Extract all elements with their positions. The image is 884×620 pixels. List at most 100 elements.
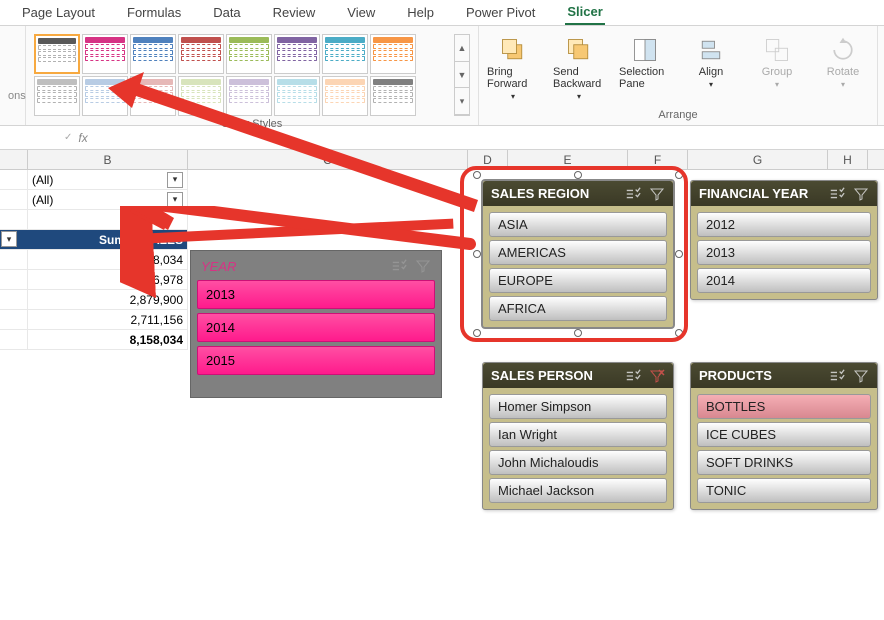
multiselect-icon[interactable] xyxy=(829,187,845,201)
style-thumb-6[interactable] xyxy=(274,34,320,74)
slicer-year-title: YEAR xyxy=(201,259,236,274)
col-header-c[interactable]: C xyxy=(188,150,468,169)
slicer-financial-year[interactable]: FINANCIAL YEAR 2012 2013 2014 xyxy=(690,180,878,300)
ribbon-body: ons xyxy=(0,26,884,126)
slicer-style-gallery[interactable] xyxy=(34,30,454,116)
slicer-products[interactable]: PRODUCTS BOTTLES ICE CUBES SOFT DRINKS T… xyxy=(690,362,878,510)
cells: (All)▾ (All)▾ ▾Sum of SALES 8,158,034 2,… xyxy=(0,170,188,350)
gallery-scroll[interactable]: ▲ ▼ ▾ xyxy=(454,34,470,116)
col-header-h[interactable]: H xyxy=(828,150,868,169)
tab-view[interactable]: View xyxy=(345,1,377,24)
pivot-header: Sum of SALES xyxy=(28,230,188,249)
tab-power-pivot[interactable]: Power Pivot xyxy=(464,1,537,24)
tab-review[interactable]: Review xyxy=(271,1,318,24)
product-tonic[interactable]: TONIC xyxy=(697,478,871,503)
person-homer[interactable]: Homer Simpson xyxy=(489,394,667,419)
year-item-2014[interactable]: 2014 xyxy=(197,313,435,342)
gallery-down-icon[interactable]: ▼ xyxy=(455,62,469,89)
year-item-2015[interactable]: 2015 xyxy=(197,346,435,375)
align-button[interactable]: Align▾ xyxy=(685,36,737,89)
clear-filter-icon[interactable] xyxy=(853,369,869,383)
clear-filter-icon[interactable] xyxy=(649,187,665,201)
fy-2012[interactable]: 2012 xyxy=(697,212,871,237)
region-africa[interactable]: AFRICA xyxy=(489,296,667,321)
selection-pane-button[interactable]: Selection Pane xyxy=(619,36,671,90)
style-thumb-2[interactable] xyxy=(82,34,128,74)
gallery-more-icon[interactable]: ▾ xyxy=(455,88,469,115)
arrange-label: Arrange xyxy=(487,107,869,121)
style-thumb-9[interactable] xyxy=(34,76,80,116)
clear-filter-icon[interactable] xyxy=(853,187,869,201)
col-header-d[interactable]: D xyxy=(468,150,508,169)
style-thumb-8[interactable] xyxy=(370,34,416,74)
pivot-total: 8,158,034 xyxy=(28,330,188,349)
product-bottles[interactable]: BOTTLES xyxy=(697,394,871,419)
pivot-row-1: 8,158,034 xyxy=(28,250,188,269)
bring-forward-icon xyxy=(499,36,527,64)
col-header-b[interactable]: B xyxy=(28,150,188,169)
multiselect-icon[interactable] xyxy=(625,369,641,383)
person-ian[interactable]: Ian Wright xyxy=(489,422,667,447)
style-thumb-4[interactable] xyxy=(178,34,224,74)
bring-forward-button[interactable]: Bring Forward▾ xyxy=(487,36,539,101)
filter-dropdown-2[interactable]: ▾ xyxy=(167,192,183,208)
col-header-e[interactable]: E xyxy=(508,150,628,169)
style-thumb-11[interactable] xyxy=(130,76,176,116)
slicer-sales-region[interactable]: SALES REGION ASIA AMERICAS EUROPE AFRICA xyxy=(482,180,674,328)
worksheet-grid[interactable]: B C D E F G H (All)▾ (All)▾ ▾Sum of SALE… xyxy=(0,150,884,620)
multiselect-icon[interactable] xyxy=(829,369,845,383)
row-labels-dropdown[interactable]: ▾ xyxy=(1,231,17,247)
col-header-g[interactable]: G xyxy=(688,150,828,169)
fx-icon[interactable]: fx xyxy=(78,131,87,145)
style-thumb-12[interactable] xyxy=(178,76,224,116)
financial-year-title: FINANCIAL YEAR xyxy=(699,186,808,201)
year-item-2013[interactable]: 2013 xyxy=(197,280,435,309)
tab-data[interactable]: Data xyxy=(211,1,242,24)
rotate-label: Rotate xyxy=(827,66,859,78)
send-backward-button[interactable]: Send Backward▾ xyxy=(553,36,605,101)
ribbon-group-buttons: Columns: Height: Width: Buttons xyxy=(878,26,884,125)
pivot-filter-2: (All) xyxy=(32,193,53,207)
tab-page-layout[interactable]: Page Layout xyxy=(20,1,97,24)
align-label: Align xyxy=(699,66,723,78)
multiselect-icon[interactable] xyxy=(625,187,641,201)
region-americas[interactable]: AMERICAS xyxy=(489,240,667,265)
clear-filter-icon[interactable] xyxy=(649,369,665,383)
style-thumb-1[interactable] xyxy=(34,34,80,74)
person-john[interactable]: John Michaloudis xyxy=(489,450,667,475)
tab-slicer[interactable]: Slicer xyxy=(565,0,604,25)
product-soft-drinks[interactable]: SOFT DRINKS xyxy=(697,450,871,475)
fx-cancel-icon[interactable]: ✓ xyxy=(64,132,72,143)
sales-person-title: SALES PERSON xyxy=(491,368,593,383)
fy-2013[interactable]: 2013 xyxy=(697,240,871,265)
region-europe[interactable]: EUROPE xyxy=(489,268,667,293)
fy-2014[interactable]: 2014 xyxy=(697,268,871,293)
filter-dropdown-1[interactable]: ▾ xyxy=(167,172,183,188)
product-ice-cubes[interactable]: ICE CUBES xyxy=(697,422,871,447)
style-thumb-5[interactable] xyxy=(226,34,272,74)
slicer-year[interactable]: YEAR 2013 2014 2015 xyxy=(190,250,442,398)
send-backward-label: Send Backward xyxy=(553,66,605,90)
tab-help[interactable]: Help xyxy=(405,1,436,24)
style-thumb-14[interactable] xyxy=(274,76,320,116)
style-thumb-16[interactable] xyxy=(370,76,416,116)
pivot-row-4: 2,711,156 xyxy=(28,310,188,329)
col-header-blank[interactable] xyxy=(0,150,28,169)
style-thumb-7[interactable] xyxy=(322,34,368,74)
style-thumb-13[interactable] xyxy=(226,76,272,116)
products-title: PRODUCTS xyxy=(699,368,772,383)
region-asia[interactable]: ASIA xyxy=(489,212,667,237)
sales-region-title: SALES REGION xyxy=(491,186,589,201)
person-michael[interactable]: Michael Jackson xyxy=(489,478,667,503)
style-thumb-3[interactable] xyxy=(130,34,176,74)
style-thumb-10[interactable] xyxy=(82,76,128,116)
col-header-f[interactable]: F xyxy=(628,150,688,169)
clear-filter-icon[interactable] xyxy=(415,259,431,273)
column-headers: B C D E F G H xyxy=(0,150,884,170)
gallery-up-icon[interactable]: ▲ xyxy=(455,35,469,62)
tab-formulas[interactable]: Formulas xyxy=(125,1,183,24)
style-thumb-15[interactable] xyxy=(322,76,368,116)
multiselect-icon[interactable] xyxy=(391,259,407,273)
slicer-sales-person[interactable]: SALES PERSON Homer Simpson Ian Wright Jo… xyxy=(482,362,674,510)
slicer-styles-label: Slicer Styles xyxy=(34,116,470,130)
